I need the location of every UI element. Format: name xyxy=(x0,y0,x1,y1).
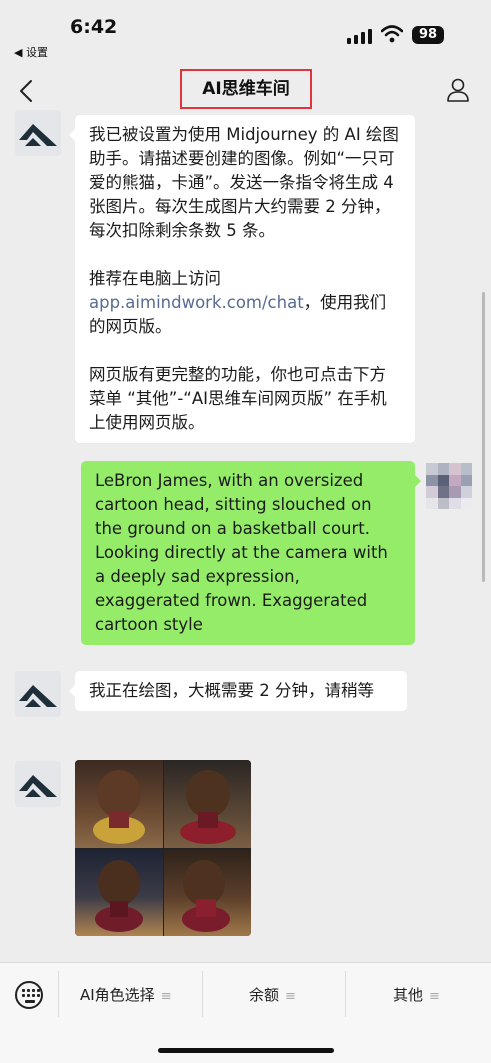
submenu-lines-icon: ≡ xyxy=(429,989,440,1004)
user-avatar[interactable] xyxy=(426,463,472,509)
generated-image-2[interactable] xyxy=(163,760,251,848)
chat-scrollbar[interactable] xyxy=(482,292,485,582)
home-indicator[interactable] xyxy=(158,1048,334,1053)
menu-divider xyxy=(58,971,59,1017)
generated-image-grid[interactable] xyxy=(75,760,251,936)
back-to-app-link[interactable]: ◀ 设置 xyxy=(14,44,48,60)
menu-balance[interactable]: 余额 ≡ xyxy=(249,983,296,1007)
chat-header: AI思维车间 xyxy=(0,66,491,116)
submenu-lines-icon: ≡ xyxy=(285,989,296,1004)
menu-other[interactable]: 其他 ≡ xyxy=(393,983,440,1007)
chat-title: AI思维车间 xyxy=(180,69,312,109)
cellular-signal-icon xyxy=(347,29,373,44)
user-prompt-text: LeBron James, with an oversized cartoon … xyxy=(95,471,388,634)
generated-image-4[interactable] xyxy=(163,848,251,936)
bot-avatar[interactable] xyxy=(15,761,61,807)
status-time: 6:42 xyxy=(70,16,118,38)
submenu-lines-icon: ≡ xyxy=(160,989,172,1004)
wifi-icon xyxy=(381,25,403,43)
bot-message-drawing: 我正在绘图，大概需要 2 分钟，请稍等 xyxy=(69,671,407,711)
battery-indicator: 98 xyxy=(412,26,444,44)
bot-message-intro: 我已被设置为使用 Midjourney 的 AI 绘图助手。请描述要创建的图像。… xyxy=(69,115,415,443)
generated-image-1[interactable] xyxy=(75,760,163,848)
menu-other-label: 其他 xyxy=(393,986,424,1004)
keyboard-toggle-icon[interactable] xyxy=(15,981,43,1009)
status-bar: 6:42 ◀ 设置 98 xyxy=(0,0,491,66)
bot-avatar[interactable] xyxy=(15,671,61,717)
menu-balance-label: 余额 xyxy=(249,986,280,1004)
menu-divider xyxy=(202,971,203,1017)
web-app-link[interactable]: app.aimindwork.com/chat xyxy=(89,293,304,312)
menu-divider xyxy=(345,971,346,1017)
drawing-status-text: 我正在绘图，大概需要 2 分钟，请稍等 xyxy=(89,681,374,700)
intro-paragraph-1: 我已被设置为使用 Midjourney 的 AI 绘图助手。请描述要创建的图像。… xyxy=(89,125,399,240)
menu-ai-role-select-label: AI角色选择 xyxy=(80,986,155,1004)
back-arrow-icon[interactable] xyxy=(16,78,38,104)
intro-paragraph-3: 网页版有更完整的功能，你也可点击下方菜单 “其他”-“AI思维车间网页版” 在手… xyxy=(89,365,387,432)
intro-paragraph-2-text: 推荐在电脑上访问 xyxy=(89,269,221,288)
menu-ai-role-select[interactable]: AI角色选择 ≡ xyxy=(80,983,172,1007)
user-profile-icon[interactable] xyxy=(446,77,470,103)
user-message-prompt: LeBron James, with an oversized cartoon … xyxy=(81,461,421,645)
generated-image-3[interactable] xyxy=(75,848,163,936)
bot-avatar[interactable] xyxy=(15,110,61,156)
intro-paragraph-2: 推荐在电脑上访问app.aimindwork.com/chat，使用我们的网页版… xyxy=(89,267,401,339)
